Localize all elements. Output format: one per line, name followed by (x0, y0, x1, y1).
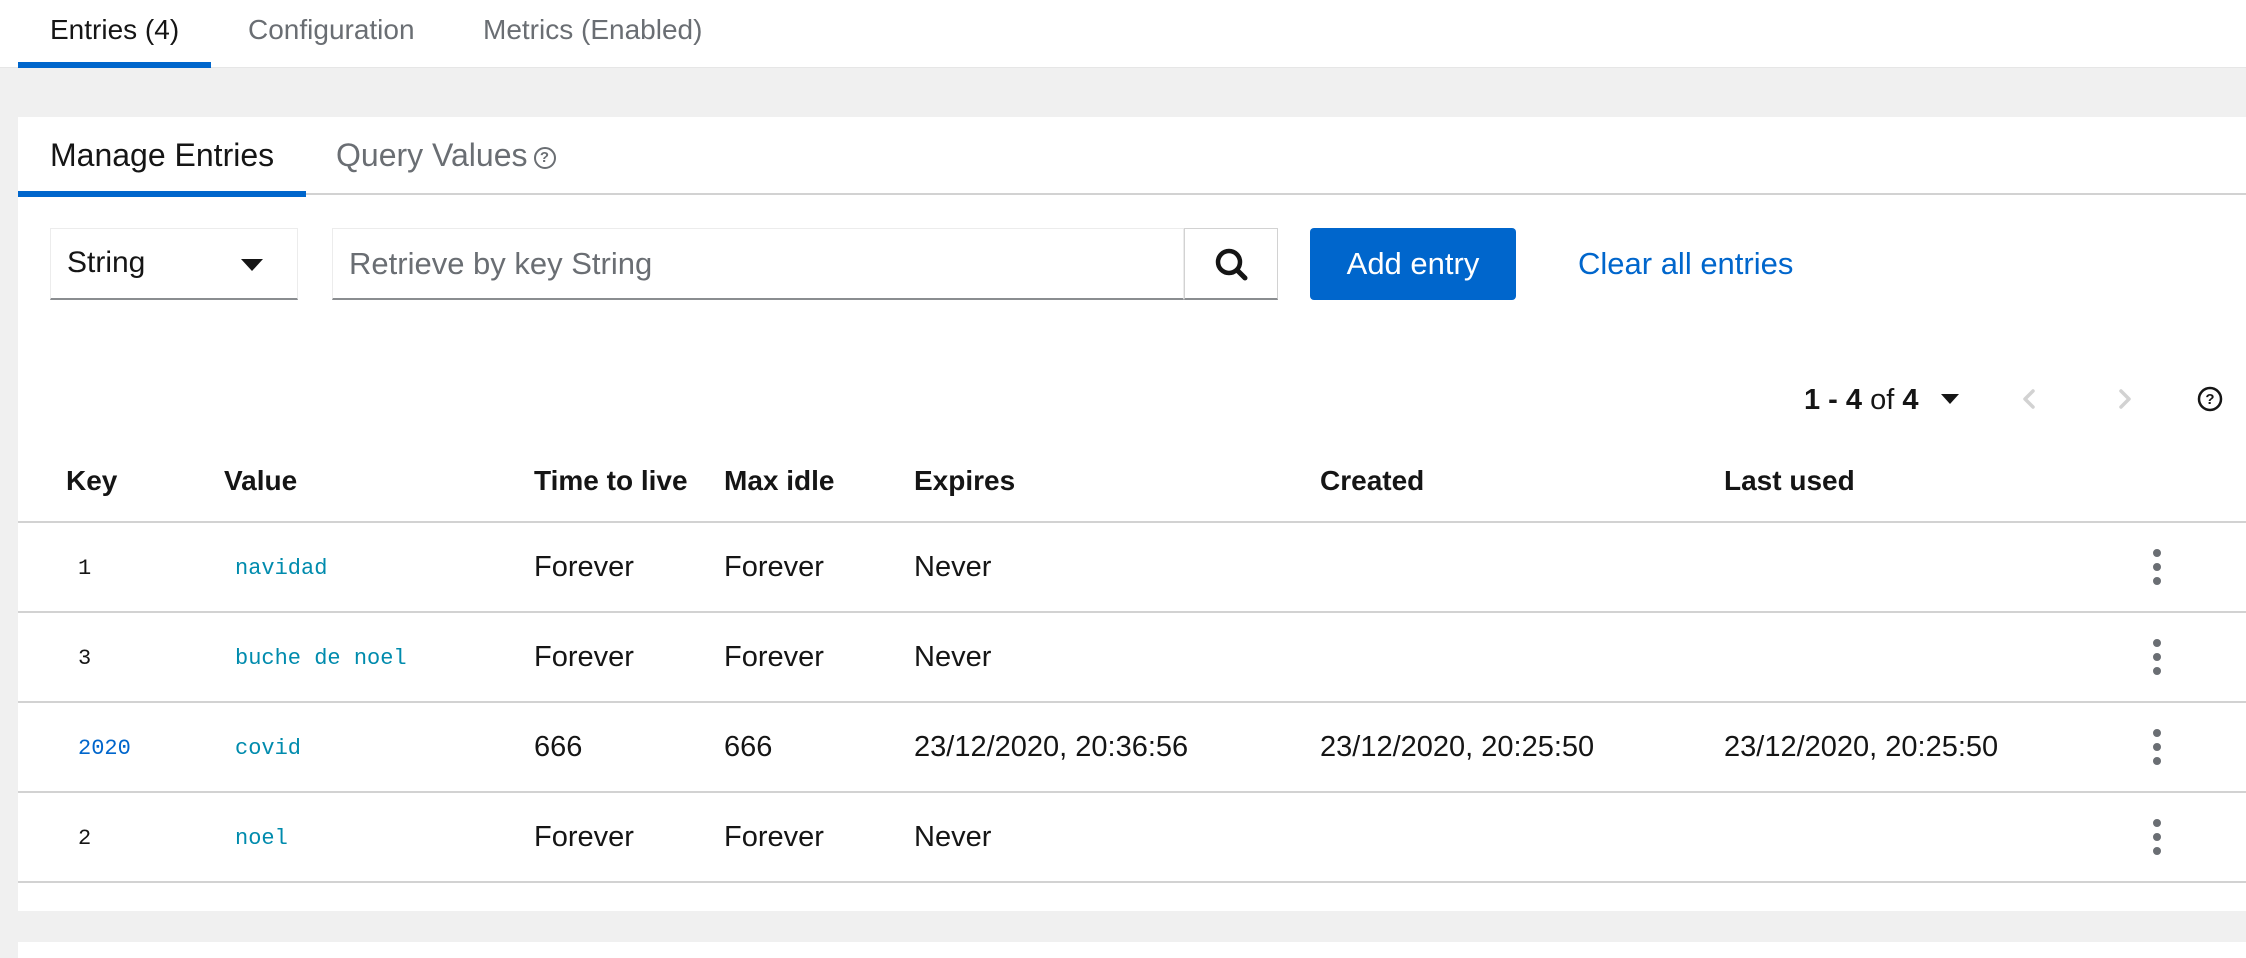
table-header: Key Value Time to live Max idle Expires … (18, 435, 2246, 523)
tab-configuration[interactable]: Configuration (216, 0, 447, 68)
column-header-created[interactable]: Created (1320, 435, 1424, 523)
chevron-right-icon (2119, 389, 2131, 409)
entry-key: 3 (78, 646, 92, 671)
row-actions-kebab-icon[interactable] (2142, 545, 2172, 589)
pagination-range: 1 - 4 (1804, 384, 1863, 416)
entries-card: Manage Entries Query Values? String Add … (18, 117, 2246, 911)
next-card-edge (18, 942, 2246, 958)
entry-created: 23/12/2020, 20:25:50 (1320, 731, 1595, 763)
search-button[interactable] (1184, 228, 1278, 300)
column-header-max-idle[interactable]: Max idle (724, 435, 834, 523)
column-header-value[interactable]: Value (224, 435, 297, 523)
entry-max-idle: Forever (724, 821, 824, 853)
row-actions-kebab-icon[interactable] (2142, 725, 2172, 769)
tab-manage-entries[interactable]: Manage Entries (18, 117, 307, 197)
caret-down-icon (1940, 394, 1959, 404)
help-button[interactable]: ? (2192, 381, 2228, 417)
entry-max-idle: 666 (724, 731, 773, 763)
next-page-button[interactable] (2106, 381, 2142, 417)
caret-down-icon (241, 259, 263, 271)
column-header-key[interactable]: Key (66, 435, 117, 523)
entry-max-idle: Forever (724, 641, 824, 673)
help-icon: ? (2197, 386, 2223, 412)
table-row: 2020 covid 666 666 23/12/2020, 20:36:56 … (18, 703, 2246, 793)
row-actions-kebab-icon[interactable] (2142, 815, 2172, 859)
column-header-expires[interactable]: Expires (914, 435, 1015, 523)
entry-ttl: Forever (534, 641, 634, 673)
pagination-total: 4 (1902, 384, 1919, 416)
top-tabs: Entries (4) Configuration Metrics (Enabl… (0, 0, 2246, 68)
row-actions-kebab-icon[interactable] (2142, 635, 2172, 679)
entry-last-used: 23/12/2020, 20:25:50 (1724, 731, 1999, 763)
entry-max-idle: Forever (724, 551, 824, 583)
add-entry-button[interactable]: Add entry (1310, 228, 1516, 300)
tab-metrics[interactable]: Metrics (Enabled) (451, 0, 734, 68)
entries-table: Key Value Time to live Max idle Expires … (18, 435, 2246, 883)
help-icon[interactable]: ? (533, 147, 556, 169)
entry-value: noel (235, 826, 288, 851)
table-row: 2 noel Forever Forever Never (18, 793, 2246, 883)
entry-expires: 23/12/2020, 20:36:56 (914, 731, 1189, 763)
sub-tabs: Manage Entries Query Values? (18, 117, 2246, 197)
key-type-select[interactable]: String (50, 228, 298, 300)
entry-value: covid (235, 736, 302, 761)
pagination-toggle[interactable]: 1 - 4 of 4 (1804, 377, 1959, 423)
entry-ttl: Forever (534, 551, 634, 583)
table-row: 1 navidad Forever Forever Never (18, 523, 2246, 613)
previous-page-button[interactable] (2012, 381, 2048, 417)
entry-expires: Never (914, 641, 992, 673)
entry-value: buche de noel (235, 646, 407, 671)
entry-key: 1 (78, 556, 92, 581)
entry-key: 2 (78, 826, 92, 851)
entry-expires: Never (914, 821, 992, 853)
tab-entries[interactable]: Entries (4) (18, 0, 212, 68)
key-type-value: String (67, 246, 146, 279)
column-header-last-used[interactable]: Last used (1724, 435, 1855, 523)
pagination-of: of (1870, 384, 1895, 416)
table-row: 3 buche de noel Forever Forever Never (18, 613, 2246, 703)
svg-text:?: ? (2205, 391, 2214, 408)
tab-query-values[interactable]: Query Values? (304, 117, 588, 195)
search-key-input[interactable] (332, 228, 1184, 300)
entry-ttl: 666 (534, 731, 583, 763)
chevron-left-icon (2023, 389, 2035, 409)
entry-key[interactable]: 2020 (78, 703, 131, 791)
entry-expires: Never (914, 551, 992, 583)
search-icon (1215, 248, 1248, 281)
column-header-ttl[interactable]: Time to live (534, 435, 688, 523)
entry-ttl: Forever (534, 821, 634, 853)
clear-all-entries-link[interactable]: Clear all entries (1578, 228, 1793, 300)
entry-value: navidad (235, 556, 328, 581)
tab-query-values-label: Query Values (336, 137, 528, 173)
